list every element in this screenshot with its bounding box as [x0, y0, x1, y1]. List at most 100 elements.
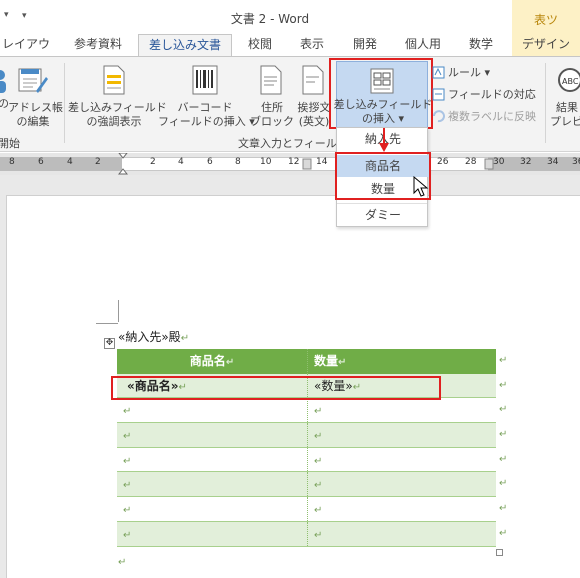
preview-results-label-1: 結果 [556, 101, 578, 114]
highlight-fields-icon [103, 65, 125, 95]
table-cell[interactable]: ↵ [307, 521, 496, 546]
table-tools-context-header: 表ツ [512, 0, 580, 34]
table-cell[interactable]: ↵ [307, 497, 496, 521]
tab-review[interactable]: 校閲 [242, 34, 278, 56]
table-cell[interactable]: ↵ [117, 423, 307, 447]
group-label-start: 開始 [0, 137, 20, 150]
barcode-label-1: バーコード [177, 101, 233, 114]
highlight-merge-fields-button[interactable]: 差し込みフィールド の強調表示 [68, 61, 167, 129]
table-cell[interactable]: ↵ [307, 447, 496, 472]
tab-developer[interactable]: 開発 [347, 34, 383, 56]
tab-view[interactable]: 表示 [294, 34, 330, 56]
address-book-label-2: の編集 [16, 115, 50, 128]
margin-crop-mark [96, 323, 118, 324]
update-labels-label: 複数ラベルに反映 [448, 110, 536, 123]
rules-label: ルール ▾ [448, 66, 491, 79]
ruler-number: 12 [288, 157, 300, 167]
ruler-number: 36 [572, 157, 580, 167]
greeting-line-button[interactable]: 挨拶文 (英文) [294, 61, 334, 129]
paragraph-mark: ↵ [180, 333, 190, 344]
tab-references[interactable]: 参考資料 [66, 34, 130, 56]
row-end-mark: ↵ [499, 379, 508, 391]
ribbon-separator [64, 63, 65, 143]
ruler-number: 6 [38, 157, 44, 167]
table-row: ↵ ↵ ↵ [117, 423, 507, 448]
dropdown-item-dummy[interactable]: ダミー [337, 204, 429, 226]
header-cell-quantity[interactable]: 数量↵ [307, 349, 496, 374]
ruler-number: 34 [547, 157, 559, 167]
addressee-merge-line[interactable]: «納入先»殿↵ [118, 328, 189, 345]
rules-icon [432, 66, 445, 79]
cell-mark: ↵ [123, 480, 132, 492]
indent-marker-icon[interactable] [118, 153, 128, 175]
cell-mark: ↵ [314, 529, 323, 541]
table-cell[interactable]: ↵ [307, 398, 496, 423]
ruler-number: 6 [207, 157, 213, 167]
cell-mark: ↵ [123, 529, 132, 541]
table-cell[interactable]: ↵ [117, 398, 307, 422]
match-fields-label: フィールドの対応 [448, 88, 536, 101]
tab-table-design[interactable]: デザイン [512, 34, 580, 56]
header-cell-product[interactable]: 商品名↵ [117, 349, 307, 374]
row-end-mark: ↵ [499, 355, 508, 366]
address-book-label-1: アドレス帳 [8, 101, 63, 114]
addressee-field: «納入先»殿 [118, 330, 181, 344]
cell-mark: ↵ [123, 505, 132, 517]
rules-button[interactable]: ルール ▾ [432, 65, 512, 81]
match-fields-icon [432, 88, 445, 101]
table-row: ↵ ↵ ↵ [117, 398, 507, 424]
barcode-label-2: フィールドの挿入 ▾ [158, 115, 255, 128]
ruler-number: 28 [465, 157, 477, 167]
tab-math[interactable]: 数学 [463, 34, 499, 56]
ruler-left-margin [0, 157, 122, 171]
table-move-handle-icon[interactable]: ✥ [104, 338, 115, 349]
table-cell[interactable]: ↵ [117, 448, 307, 472]
tab-layout[interactable]: レイアウト [0, 34, 54, 71]
update-labels-button[interactable]: 複数ラベルに反映 [432, 109, 542, 125]
address-block-button[interactable]: 住所 ブロック [250, 61, 294, 129]
right-column-marker-icon[interactable] [484, 157, 494, 171]
table-row: ↵ ↵ ↵ [117, 497, 507, 522]
preview-results-button[interactable]: ABC 結果 プレビ [550, 61, 580, 129]
match-fields-button[interactable]: フィールドの対応 [432, 87, 536, 103]
highlight-fields-label-1: 差し込みフィールド [68, 101, 167, 114]
row-end-mark: ↵ [499, 527, 508, 539]
cell-mark: ↵ [314, 406, 323, 418]
table-resize-handle-icon[interactable] [496, 549, 503, 556]
horizontal-ruler[interactable]: 8 6 4 2 2 4 6 8 10 12 14 26 28 30 32 34 … [0, 153, 580, 175]
cell-mark: ↵ [314, 505, 323, 517]
table-cell[interactable]: ↵ [307, 472, 496, 497]
row-end-mark: ↵ [499, 453, 508, 465]
table-cell[interactable]: ↵ [117, 472, 307, 496]
insert-barcode-field-button[interactable]: バーコード フィールドの挿入 ▾ [158, 61, 255, 129]
update-labels-icon [433, 110, 445, 123]
tab-personal[interactable]: 個人用 [399, 34, 447, 56]
edit-recipient-list-button[interactable]: アドレス帳 の編集 [8, 61, 63, 129]
ruler-number: 2 [95, 157, 101, 167]
tab-mailings[interactable]: 差し込み文書 [138, 34, 232, 56]
mouse-pointer-icon [413, 176, 429, 197]
table-tools-label: 表ツ [534, 13, 559, 27]
cell-mark: ↵ [225, 357, 235, 368]
merge-fields-callout [111, 376, 441, 400]
title-bar: ▾ ▾ 文書 2 - Word 表ツ [0, 0, 580, 34]
ribbon-tabs: レイアウト 参考資料 差し込み文書 校閲 表示 開発 個人用 数学 デザイン [0, 34, 580, 71]
table-cell[interactable]: ↵ [117, 522, 307, 546]
ribbon: の 開始 アドレス帳 の編集 差し込みフィールド の強調表示 バーコード フィー… [0, 56, 580, 152]
table-cell[interactable]: ↵ [307, 423, 496, 447]
ruler-number: 4 [67, 157, 73, 167]
column-marker-icon[interactable] [302, 157, 312, 171]
table-row: ↵ ↵ ↵ [117, 521, 507, 547]
preview-results-label-2: プレビ [550, 115, 580, 128]
row-end-mark: ↵ [499, 478, 508, 490]
table-header-row: 商品名↵ 数量↵ ↵ [117, 349, 507, 374]
ruler-number: 4 [178, 157, 184, 167]
group-label-write-insert-fields: 文章入力とフィールド [238, 137, 348, 150]
cell-mark: ↵ [314, 480, 323, 492]
table-cell[interactable]: ↵ [117, 497, 307, 521]
header-quantity-label: 数量 [314, 354, 339, 368]
table-row: ↵ ↵ ↵ [117, 472, 507, 498]
ruler-number: 30 [493, 157, 505, 167]
ruler-number: 8 [235, 157, 241, 167]
ruler-number: 32 [520, 157, 532, 167]
